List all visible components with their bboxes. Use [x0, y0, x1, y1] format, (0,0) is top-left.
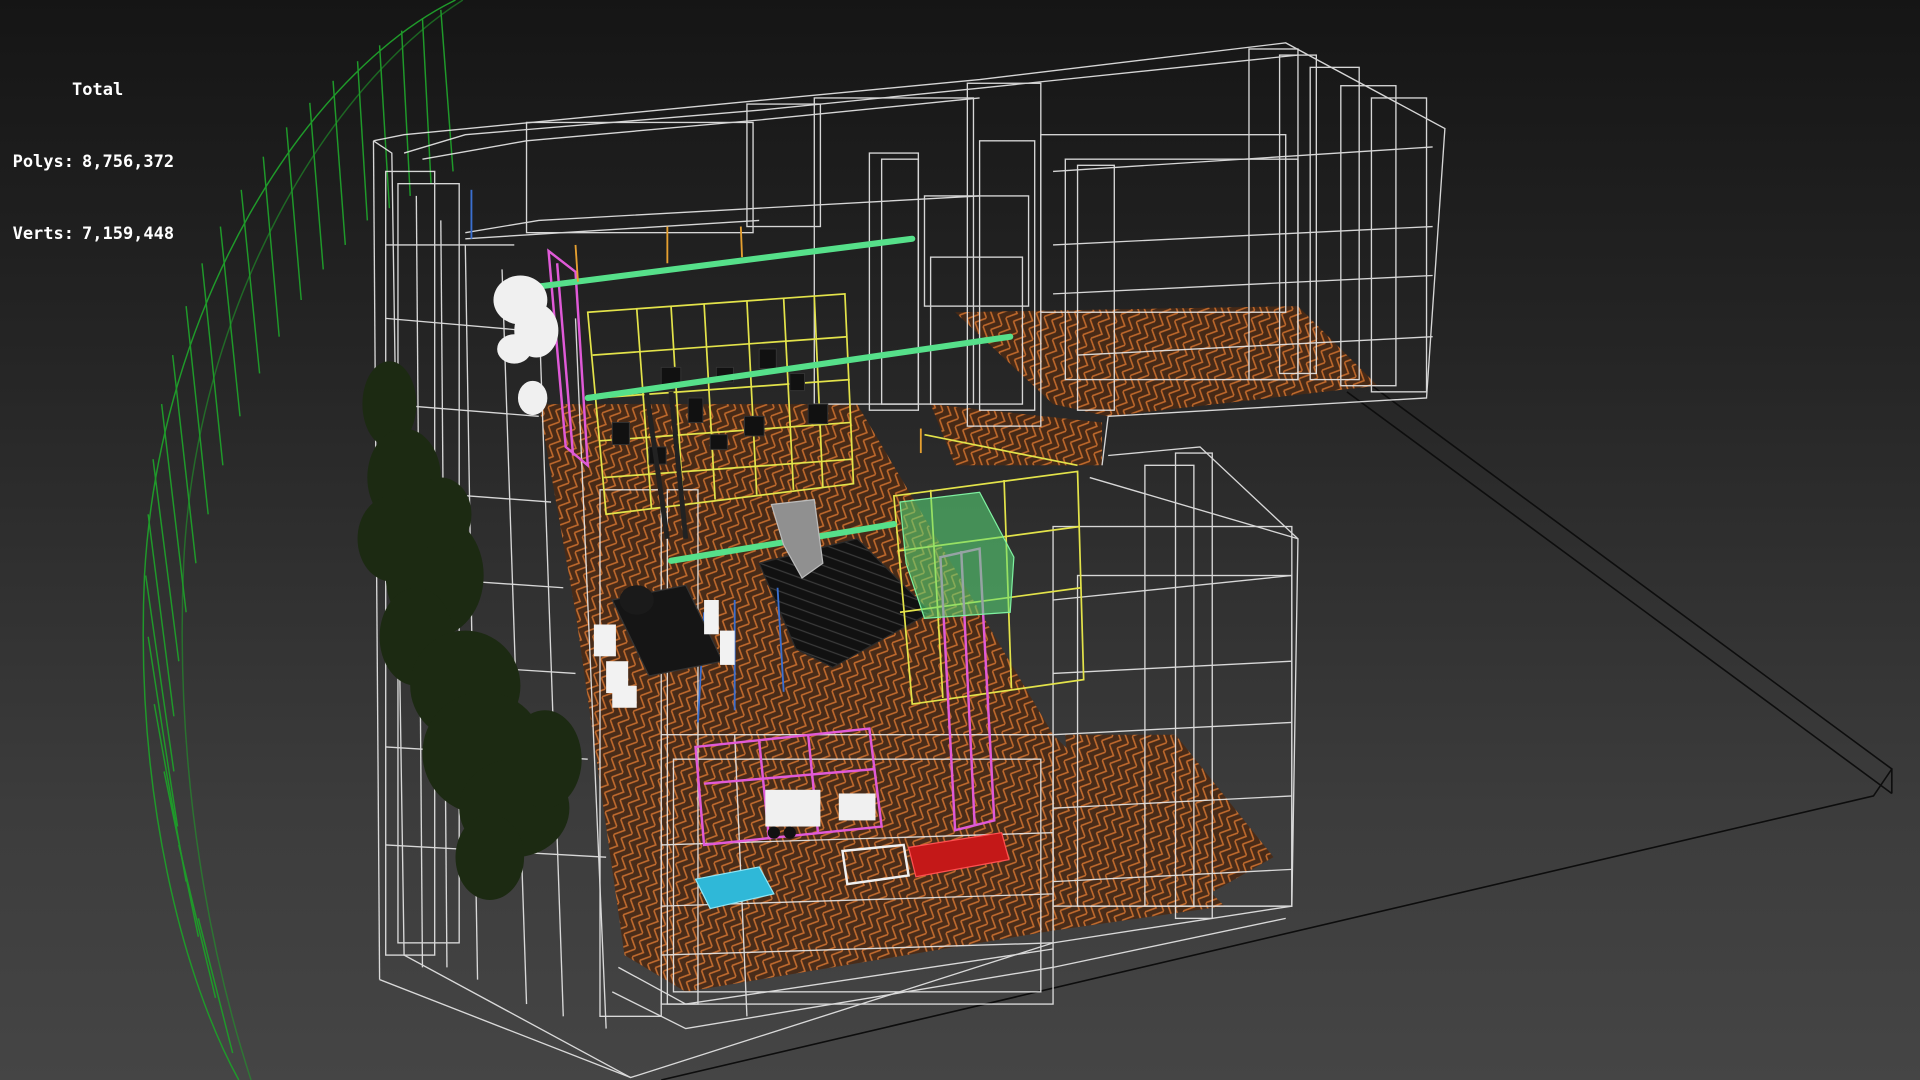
verts-stat: Verts: 7,159,448	[12, 222, 175, 246]
polys-stat: Polys: 8,756,372	[12, 150, 175, 174]
polys-value: 8,756,372	[82, 152, 175, 172]
polys-label: Polys:	[12, 152, 74, 172]
3d-viewport[interactable]: Total Polys: 8,756,372 Verts: 7,159,448	[0, 0, 1920, 1080]
wireframe-scene[interactable]	[0, 0, 1920, 1080]
polygon-stats-overlay: Total Polys: 8,756,372 Verts: 7,159,448	[12, 30, 175, 294]
verts-label: Verts:	[12, 224, 74, 244]
white-plants	[493, 275, 559, 416]
stats-title: Total	[72, 80, 124, 100]
verts-value: 7,159,448	[82, 224, 175, 244]
